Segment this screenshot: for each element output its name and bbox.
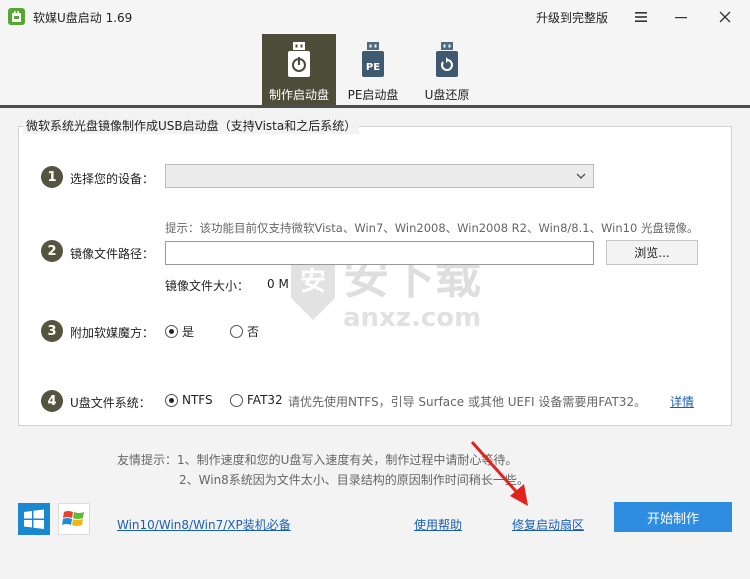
watermark-sub: anxz.com [343, 303, 481, 333]
pe-icon-text: PE [366, 62, 380, 73]
usb-pe-icon: PE [362, 42, 384, 77]
magic-yes-radio[interactable]: 是 [165, 323, 194, 340]
fs-detail-link[interactable]: 详情 [670, 393, 694, 410]
menu-button[interactable] [624, 0, 658, 34]
image-path-label: 镜像文件路径： [70, 247, 155, 261]
step-number: 4 [41, 390, 63, 412]
windows10-logo-icon[interactable] [18, 503, 50, 535]
watermark-badge: 安 [300, 267, 326, 297]
tab-label: 制作启动盘 [268, 88, 329, 102]
usb-power-icon [288, 42, 310, 77]
close-icon [719, 11, 731, 23]
tab-usb-restore[interactable]: U盘还原 [410, 34, 484, 105]
fs-label: U盘文件系统： [70, 396, 151, 410]
radio-label: 否 [247, 325, 260, 339]
image-size-value: 0 M [267, 277, 289, 291]
usb-restore-icon [436, 42, 458, 77]
tips-line-1: 友情提示：1、制作速度和您的U盘写入速度有关，制作过程中请耐心等待。 [117, 453, 518, 467]
start-button[interactable]: 开始制作 [614, 502, 732, 532]
repair-boot-sector-link[interactable]: 修复启动扇区 [512, 516, 584, 533]
tab-label: PE启动盘 [347, 88, 399, 102]
windows7-logo-icon[interactable] [58, 503, 90, 535]
browse-button[interactable]: 浏览... [606, 240, 698, 265]
radio-dot [165, 393, 178, 407]
device-select[interactable] [165, 164, 594, 188]
fs-fat32-radio[interactable]: FAT32 [230, 393, 283, 407]
fs-ntfs-radio[interactable]: NTFS [165, 393, 213, 407]
tips-line-2: 2、Win8系统因为文件太小、目录结构的原因制作时间稍长一些。 [179, 473, 529, 487]
tab-pe-boot-disk[interactable]: PE PE启动盘 [336, 34, 410, 105]
image-size-label: 镜像文件大小： [165, 279, 250, 293]
minimize-button[interactable] [664, 0, 698, 34]
image-hint: 提示：该功能目前仅支持微软Vista、Win7、Win2008、Win2008 … [165, 221, 699, 235]
tab-strip: 制作启动盘 PE PE启动盘 U盘还原 [0, 34, 750, 108]
app-logo-icon [8, 8, 25, 25]
title-bar: 软媒U盘启动 1.69 升级到完整版 [0, 0, 750, 34]
tab-make-boot-disk[interactable]: 制作启动盘 [262, 34, 336, 105]
chevron-down-icon [576, 173, 586, 179]
app-title: 软媒U盘启动 1.69 [33, 11, 133, 25]
magic-no-radio[interactable]: 否 [230, 323, 259, 340]
radio-label: 是 [182, 325, 195, 339]
radio-dot [165, 325, 178, 338]
image-path-input[interactable] [165, 241, 594, 265]
upgrade-link[interactable]: 升级到完整版 [536, 9, 608, 26]
radio-label: FAT32 [247, 393, 283, 407]
radio-label: NTFS [182, 393, 213, 407]
group-title: 微软系统光盘镜像制作成USB启动盘（支持Vista和之后系统） [23, 117, 360, 134]
radio-dot [230, 393, 243, 407]
minimize-icon [675, 17, 687, 19]
fs-note: 请优先使用NTFS，引导 Surface 或其他 UEFI 设备需要用FAT32… [288, 395, 647, 409]
close-button[interactable] [708, 0, 742, 34]
step-number: 2 [41, 240, 63, 262]
radio-dot [230, 325, 243, 338]
hamburger-icon [635, 12, 647, 22]
step-number: 1 [41, 166, 63, 188]
help-link[interactable]: 使用帮助 [414, 516, 462, 533]
tab-label: U盘还原 [424, 88, 470, 102]
magic-label: 附加软媒魔方： [70, 326, 155, 340]
device-label: 选择您的设备： [70, 172, 155, 186]
step-number: 3 [41, 320, 63, 342]
systems-link[interactable]: Win10/Win8/Win7/XP装机必备 [117, 516, 291, 533]
